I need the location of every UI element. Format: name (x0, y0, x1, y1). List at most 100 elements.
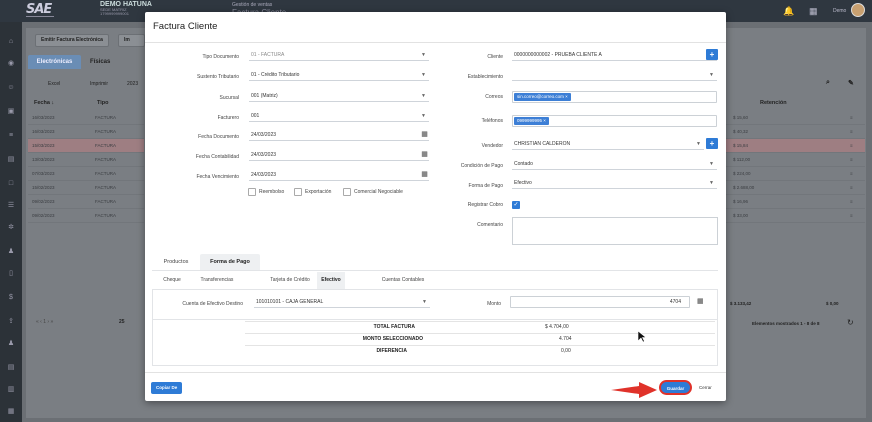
row-menu-icon[interactable]: ≡ (850, 111, 853, 125)
excel-button[interactable]: Excel (48, 81, 60, 87)
settings-icon[interactable]: ✲ (6, 224, 16, 232)
eraser-icon[interactable]: ✎ (848, 79, 854, 87)
home-icon[interactable]: ⌂ (6, 38, 16, 46)
tab-forma-de-pago[interactable]: Forma de Pago (200, 254, 260, 270)
comentario-textarea[interactable] (512, 217, 718, 245)
table-row-right[interactable]: $ 15,60 ≡ (725, 111, 865, 125)
table-row-right[interactable]: $ 16,96 ≡ (725, 195, 865, 209)
report-icon[interactable]: ▤ (6, 364, 16, 372)
row-date: 15/03/2023 (32, 143, 55, 148)
user-name[interactable]: Demo (833, 8, 846, 14)
chart-icon[interactable]: ▤ (6, 156, 16, 164)
col-fecha[interactable]: Fecha ↓ (34, 100, 54, 106)
exportacion-checkbox[interactable] (294, 188, 302, 196)
monto-input[interactable]: 4704 (510, 296, 690, 308)
row-menu-icon[interactable]: ≡ (850, 195, 853, 209)
table-row-right[interactable]: $ 2.688,00 ≡ (725, 181, 865, 195)
fecha-contabilidad-input[interactable]: 24/03/2023 ▦ (249, 150, 429, 161)
subtab-cheque[interactable]: Cheque (157, 272, 187, 289)
sustento-select[interactable]: 01 - Crédito Tributario ▼ (249, 70, 429, 81)
refresh-icon[interactable]: ↻ (847, 318, 854, 327)
table-row[interactable]: 15/02/2023 FACTURA (28, 181, 144, 195)
grid-icon[interactable]: ▦ (809, 6, 818, 17)
tipo-documento-select[interactable]: 01 - FACTURA ▼ (249, 50, 429, 61)
year-filter[interactable]: 2023 (127, 81, 138, 87)
condicion-pago-select[interactable]: Contado ▼ (512, 159, 717, 170)
background-im-button[interactable]: Im (118, 34, 145, 47)
table-row[interactable]: 09/02/2023 FACTURA (28, 209, 144, 223)
tab-fisicas[interactable]: Físicas (90, 59, 110, 65)
calendar-icon[interactable]: ▦ (420, 150, 429, 160)
row-menu-icon[interactable]: ≡ (850, 209, 853, 223)
table-row[interactable]: 16/03/2023 FACTURA (28, 111, 144, 125)
copiar-de-button[interactable]: Copiar De (151, 382, 183, 394)
table-row[interactable]: 16/03/2023 FACTURA (28, 125, 144, 139)
box-icon[interactable]: □ (6, 180, 16, 188)
calendar-icon[interactable]: ▦ (420, 170, 429, 180)
mobile-icon[interactable]: ▯ (6, 270, 16, 278)
search-icon[interactable]: ⌕ (826, 79, 830, 87)
subtab-efectivo[interactable]: Efectivo (317, 272, 345, 289)
dollar-icon[interactable]: $ (6, 294, 16, 302)
tab-electronicas[interactable]: Electrónicas (28, 55, 81, 69)
table-row[interactable]: 09/02/2023 FACTURA (28, 195, 144, 209)
establecimiento-select[interactable]: ▼ (512, 70, 717, 81)
table-row-right[interactable]: $ 33,00 ≡ (725, 209, 865, 223)
col-retencion[interactable]: Retención (760, 100, 787, 106)
registrar-cobro-checkbox[interactable]: ✓ (512, 201, 520, 209)
cuenta-efectivo-select[interactable]: 101010101 - CAJA GENERAL ▼ (254, 297, 430, 308)
add-vendedor-button[interactable]: + (706, 138, 718, 149)
row-menu-icon[interactable]: ≡ (850, 153, 853, 167)
upload-icon[interactable]: ⇪ (6, 318, 16, 326)
reembolso-checkbox[interactable] (248, 188, 256, 196)
avatar[interactable] (851, 3, 865, 17)
calculator-icon[interactable]: ▦ (697, 297, 704, 305)
table-row-right[interactable]: $ 224,00 ≡ (725, 167, 865, 181)
table-row[interactable]: 15/03/2023 FACTURA (28, 139, 144, 153)
cerrar-button[interactable]: Cerrar (695, 382, 716, 394)
calendar-icon[interactable]: ▦ (420, 130, 429, 140)
row-type: FACTURA (95, 213, 117, 218)
fecha-vencimiento-input[interactable]: 24/03/2023 ▦ (249, 170, 429, 181)
add-cliente-button[interactable]: + (706, 49, 718, 60)
subtab-tarjeta-credito[interactable]: Tarjeta de Crédito (255, 272, 325, 289)
emitir-factura-button[interactable]: Emitir Factura Electrónica (35, 34, 109, 47)
dashboard-icon[interactable]: ◉ (6, 60, 16, 68)
table-row[interactable]: 13/03/2023 FACTURA (28, 153, 144, 167)
fecha-documento-input[interactable]: 24/03/2023 ▦ (249, 130, 429, 141)
guardar-button[interactable]: Guardar (659, 380, 692, 395)
table-icon[interactable]: ▦ (6, 408, 16, 416)
telefono-chip[interactable]: 0999999995 × (514, 117, 549, 125)
user2-icon[interactable]: ♟ (6, 340, 16, 348)
bell-icon[interactable]: 🔔 (783, 6, 794, 17)
page-size[interactable]: 25 (119, 319, 125, 325)
table-row-right[interactable]: $ 112,00 ≡ (725, 153, 865, 167)
list-icon[interactable]: ≡ (6, 132, 16, 140)
comercial-negociable-checkbox[interactable] (343, 188, 351, 196)
tab-productos[interactable]: Productos (155, 254, 197, 270)
subtab-transferencias[interactable]: Transferencias (187, 272, 247, 289)
table-row[interactable]: 07/03/2023 FACTURA (28, 167, 144, 181)
users-icon[interactable]: ☺ (6, 84, 16, 92)
row-menu-icon[interactable]: ≡ (850, 139, 853, 153)
row-menu-icon[interactable]: ≡ (850, 181, 853, 195)
forma-pago-select[interactable]: Efectivo ▼ (512, 178, 717, 189)
table-row-right[interactable]: $ 40,32 ≡ (725, 125, 865, 139)
table-row-right[interactable]: $ 15,84 ≡ (725, 139, 865, 153)
correo-chip[interactable]: sin.correo@correo.com × (514, 93, 571, 101)
folder-icon[interactable]: ▥ (6, 386, 16, 394)
imprimir-button[interactable]: Imprimir (90, 81, 108, 87)
row-menu-icon[interactable]: ≡ (850, 167, 853, 181)
vendedor-select[interactable]: CHRISTIAN CALDERON ▼ (512, 139, 704, 150)
subtab-cuentas-contables[interactable]: Cuentas Contables (367, 272, 439, 289)
row-date: 16/03/2023 (32, 129, 55, 134)
row-menu-icon[interactable]: ≡ (850, 125, 853, 139)
pager[interactable]: « ‹ 1 › » (36, 319, 53, 325)
facturero-select[interactable]: 001 ▼ (249, 111, 429, 122)
user-icon[interactable]: ♟ (6, 248, 16, 256)
sucursal-select[interactable]: 001 (Matriz) ▼ (249, 91, 429, 102)
menu-icon[interactable]: ☰ (6, 202, 16, 210)
col-tipo[interactable]: Tipo (97, 100, 109, 106)
cliente-select[interactable]: 0000000000002 - PRUEBA CLIENTE A▼ (512, 50, 717, 61)
cart-icon[interactable]: ▣ (6, 108, 16, 116)
